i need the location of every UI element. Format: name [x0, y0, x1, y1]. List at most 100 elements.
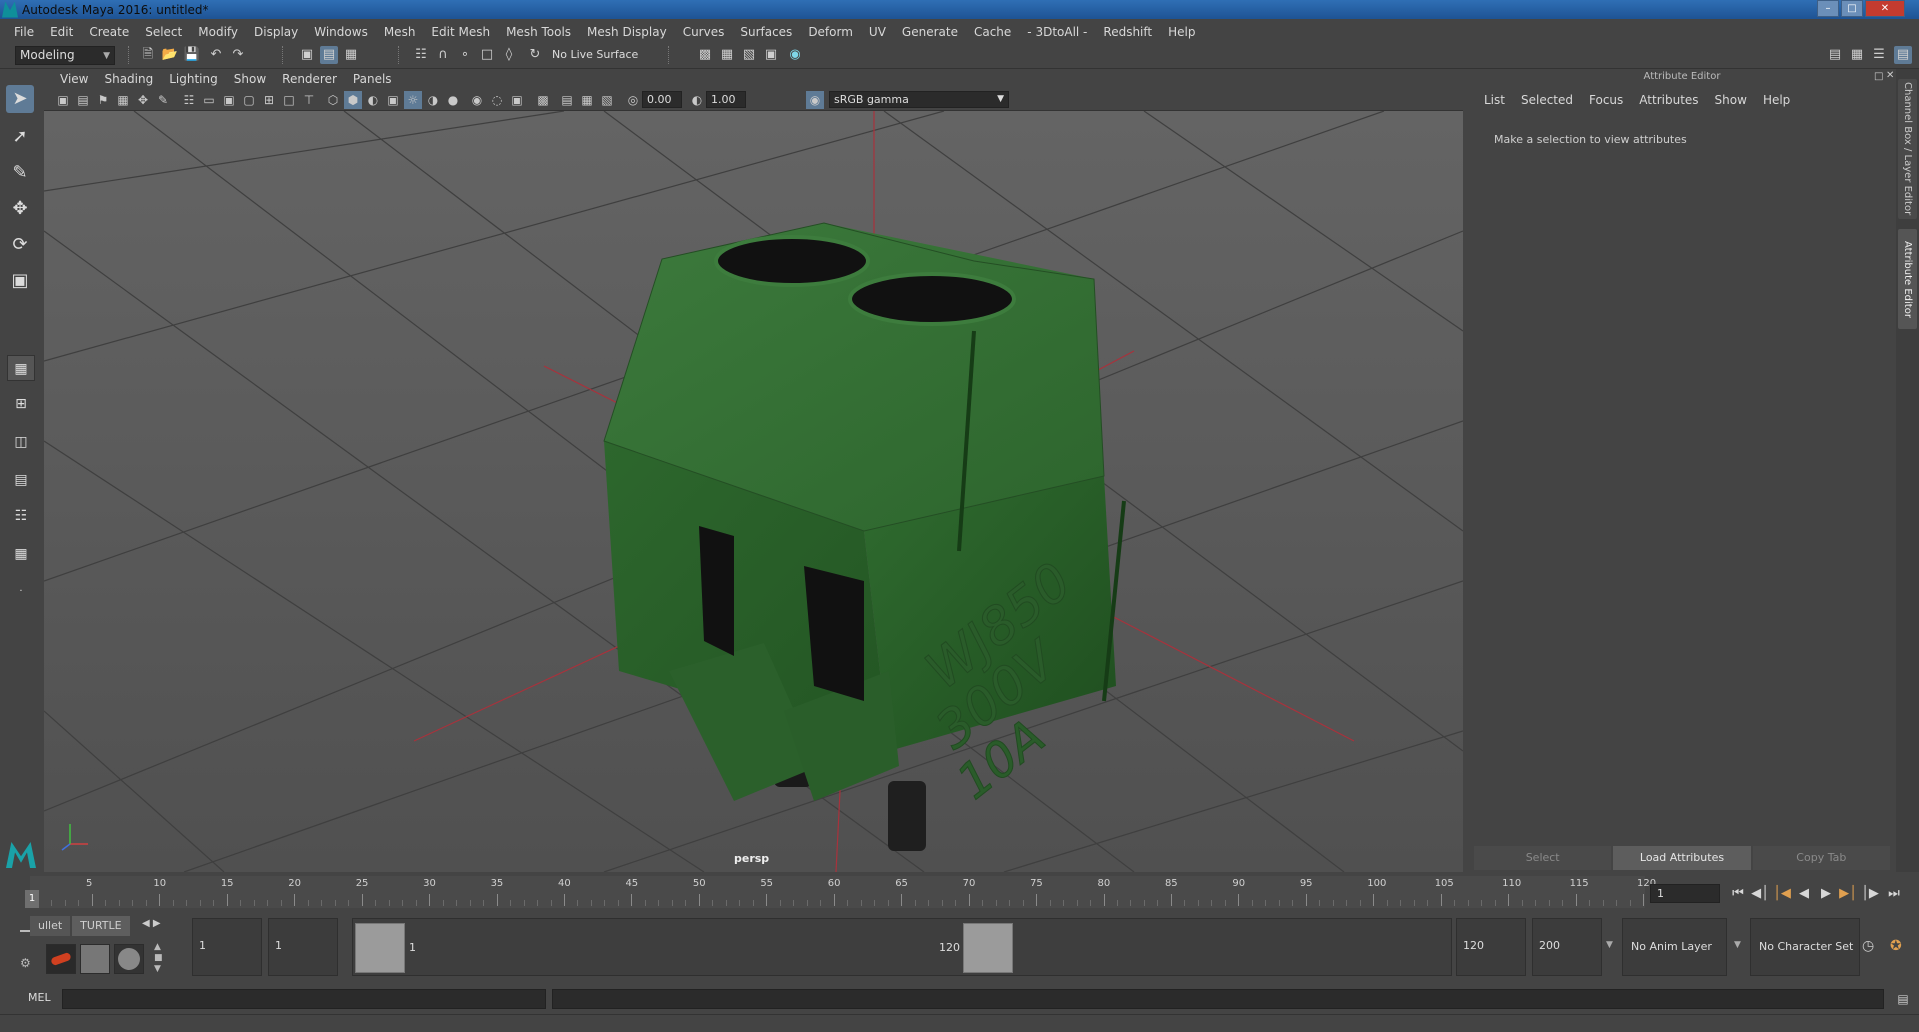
new-scene-icon[interactable]: 🗎	[139, 46, 157, 64]
lasso-tool-icon[interactable]: ➚	[6, 123, 34, 151]
shadows-icon[interactable]: ◑	[424, 91, 442, 109]
animation-end-field[interactable]: 200	[1532, 918, 1602, 976]
single-pane-layout-icon[interactable]: ▦	[7, 355, 35, 381]
menu-help[interactable]: Help	[1160, 25, 1203, 39]
tool-settings-icon[interactable]: ☰	[1870, 46, 1888, 64]
outliner-layout-icon[interactable]: ▦	[7, 541, 35, 567]
chevron-down-icon[interactable]: ▼	[1606, 940, 1613, 950]
attribute-editor-toggle-icon[interactable]: ▦	[1848, 46, 1866, 64]
go-to-start-icon[interactable]: ⏮	[1728, 884, 1748, 903]
menu-mesh[interactable]: Mesh	[376, 25, 424, 39]
field-chart-icon[interactable]: ⊞	[260, 91, 278, 109]
step-forward-frame-icon[interactable]: │▶	[1860, 884, 1880, 903]
menu-file[interactable]: File	[6, 25, 42, 39]
multisample-aa-icon[interactable]: ◌	[488, 91, 506, 109]
snap-grid-icon[interactable]: ☷	[412, 46, 430, 64]
play-forwards-icon[interactable]: ▶	[1816, 884, 1836, 903]
menu-curves[interactable]: Curves	[675, 25, 733, 39]
range-end-handle[interactable]	[963, 923, 1013, 973]
vp-menu-renderer[interactable]: Renderer	[274, 72, 345, 86]
auto-key-icon[interactable]: ◷	[1862, 938, 1874, 954]
film-gate-icon[interactable]: ▭	[200, 91, 218, 109]
select-component-icon[interactable]: ▦	[342, 46, 360, 64]
time-slider[interactable]: 5 10 15 20 25 30 35 40 45 50 55 60 65 70 75 80 85 90 95 100…	[25, 876, 1656, 908]
tab-channel-box-layer-editor[interactable]: Channel Box / Layer Editor	[1898, 79, 1917, 219]
step-forward-key-icon[interactable]: ▶│	[1838, 884, 1858, 903]
xray-icon[interactable]: ▤	[558, 91, 576, 109]
character-set-dropdown[interactable]: No Character Set	[1750, 918, 1860, 976]
float-panel-icon[interactable]: □	[1874, 71, 1883, 82]
screen-space-ao-icon[interactable]: ●	[444, 91, 462, 109]
ae-copy-tab-button[interactable]: Copy Tab	[1752, 846, 1890, 870]
menu-modify[interactable]: Modify	[190, 25, 246, 39]
camera-select-icon[interactable]: ▣	[54, 91, 72, 109]
shelf-tab-turtle[interactable]: TURTLE	[72, 916, 130, 936]
render-settings-icon[interactable]: ▩	[696, 46, 714, 64]
safe-title-icon[interactable]: ⊤	[300, 91, 318, 109]
channel-box-icon[interactable]: ▤	[1894, 46, 1912, 64]
live-surface-icon[interactable]: ↻	[526, 46, 544, 64]
xray-joints-icon[interactable]: ▦	[578, 91, 596, 109]
grease-pencil-icon[interactable]: ✎	[154, 91, 172, 109]
vp-menu-shading[interactable]: Shading	[96, 72, 161, 86]
move-tool-icon[interactable]: ✥	[6, 195, 34, 223]
side-by-side-layout-icon[interactable]: ◫	[7, 429, 35, 455]
snap-surface-icon[interactable]: ◊	[500, 46, 518, 64]
playback-end-field[interactable]: 120	[1456, 918, 1526, 976]
gate-mask-icon[interactable]: ▢	[240, 91, 258, 109]
redo-icon[interactable]: ↷	[229, 46, 247, 64]
3d-scene[interactable]: WJ850 300V 10A	[44, 111, 1463, 872]
render-frame-icon[interactable]: ▣	[762, 46, 780, 64]
shelf-tab-bullet[interactable]: ullet	[30, 916, 71, 936]
ae-menu-focus[interactable]: Focus	[1581, 93, 1631, 107]
camera-attributes-icon[interactable]: ▤	[74, 91, 92, 109]
select-object-icon[interactable]: ▤	[320, 46, 338, 64]
script-editor-icon[interactable]: ▤	[1894, 990, 1912, 1008]
undo-icon[interactable]: ↶	[207, 46, 225, 64]
animation-start-field[interactable]: 1	[192, 918, 262, 976]
ae-load-attributes-button[interactable]: Load Attributes	[1613, 846, 1751, 870]
mode-selector[interactable]: Modeling ▼	[15, 46, 115, 65]
image-plane-icon[interactable]: ▦	[114, 91, 132, 109]
time-ruler[interactable]: 5 10 15 20 25 30 35 40 45 50 55 60 65 70 75 80 85 90 95 100…	[30, 876, 1656, 908]
chevron-down-icon[interactable]: ▼	[1734, 940, 1741, 950]
menu-redshift[interactable]: Redshift	[1095, 25, 1160, 39]
menu-3dtoall[interactable]: - 3DtoAll -	[1019, 25, 1095, 39]
menu-edit-mesh[interactable]: Edit Mesh	[423, 25, 498, 39]
command-input[interactable]	[62, 989, 546, 1009]
ipr-render-icon[interactable]: ▧	[740, 46, 758, 64]
menu-generate[interactable]: Generate	[894, 25, 966, 39]
shelf-scroll-icon[interactable]: ▲ ■ ▼	[154, 942, 163, 975]
use-all-lights-icon[interactable]: ☼	[404, 91, 422, 109]
gamma-field[interactable]: 1.00	[706, 91, 746, 108]
persp-graph-layout-icon[interactable]: ▤	[7, 467, 35, 493]
ae-select-button[interactable]: Select	[1474, 846, 1612, 870]
shelf-tab-scroll-icon[interactable]: ◀ ▶	[142, 918, 161, 929]
go-to-end-icon[interactable]: ⏭	[1884, 884, 1904, 903]
menu-display[interactable]: Display	[246, 25, 306, 39]
current-frame-field[interactable]: 1	[1650, 884, 1720, 903]
close-button[interactable]: ✕	[1865, 0, 1905, 17]
shelf-settings-icon[interactable]: ⚙	[20, 956, 31, 970]
bookmark-icon[interactable]: ⚑	[94, 91, 112, 109]
vp-menu-show[interactable]: Show	[226, 72, 274, 86]
color-management-icon[interactable]: ◉	[806, 91, 824, 109]
material-sphere-icon[interactable]	[114, 944, 144, 974]
command-language-label[interactable]: MEL	[28, 991, 51, 1004]
select-hierarchy-icon[interactable]: ▣	[298, 46, 316, 64]
open-scene-icon[interactable]: 📂	[161, 46, 179, 64]
view-transform-dropdown[interactable]: sRGB gamma ▼	[829, 91, 1009, 108]
close-panel-icon[interactable]: ✕	[1886, 70, 1894, 81]
menu-edit[interactable]: Edit	[42, 25, 81, 39]
menu-create[interactable]: Create	[81, 25, 137, 39]
menu-select[interactable]: Select	[137, 25, 190, 39]
vp-menu-panels[interactable]: Panels	[345, 72, 400, 86]
layout-menu-icon[interactable]: ·	[7, 579, 35, 605]
four-pane-layout-icon[interactable]: ⊞	[7, 391, 35, 417]
textured-icon[interactable]: ▣	[384, 91, 402, 109]
xray-components-icon[interactable]: ▧	[598, 91, 616, 109]
vp-menu-lighting[interactable]: Lighting	[161, 72, 226, 86]
current-time-marker[interactable]: 1	[25, 890, 39, 908]
persp-outliner-layout-icon[interactable]: ☷	[7, 503, 35, 529]
step-back-key-icon[interactable]: │◀	[1772, 884, 1792, 903]
